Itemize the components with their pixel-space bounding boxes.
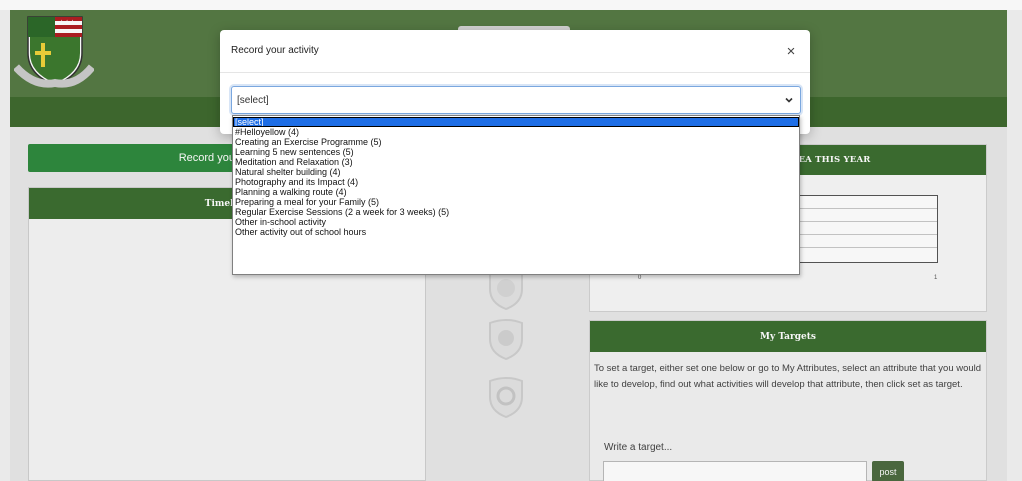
dropdown-option[interactable]: Creating an Exercise Programme (5) — [233, 137, 799, 147]
modal-header: Record your activity × — [220, 30, 810, 73]
dropdown-option[interactable]: #Helloyellow (4) — [233, 127, 799, 137]
dropdown-option[interactable]: Preparing a meal for your Family (5) — [233, 197, 799, 207]
dropdown-option[interactable]: Other activity out of school hours — [233, 227, 799, 237]
modal-title: Record your activity — [231, 45, 319, 56]
activity-select[interactable]: [select] — [231, 86, 801, 114]
dropdown-option[interactable]: Planning a walking route (4) — [233, 187, 799, 197]
activity-dropdown-list: [select] #Helloyellow (4) Creating an Exer… — [232, 115, 800, 275]
activity-select-value: [select] — [237, 95, 269, 106]
dropdown-option[interactable]: Learning 5 new sentences (5) — [233, 147, 799, 157]
close-icon[interactable]: × — [782, 42, 800, 60]
dropdown-option[interactable]: Meditation and Relaxation (3) — [233, 157, 799, 167]
chevron-down-icon — [785, 97, 793, 103]
dropdown-option[interactable]: [select] — [233, 117, 799, 127]
dropdown-option[interactable]: Natural shelter building (4) — [233, 167, 799, 177]
dropdown-option[interactable]: Other in-school activity — [233, 217, 799, 227]
dropdown-option[interactable]: Regular Exercise Sessions (2 a week for … — [233, 207, 799, 217]
dropdown-option[interactable]: Photography and its Impact (4) — [233, 177, 799, 187]
